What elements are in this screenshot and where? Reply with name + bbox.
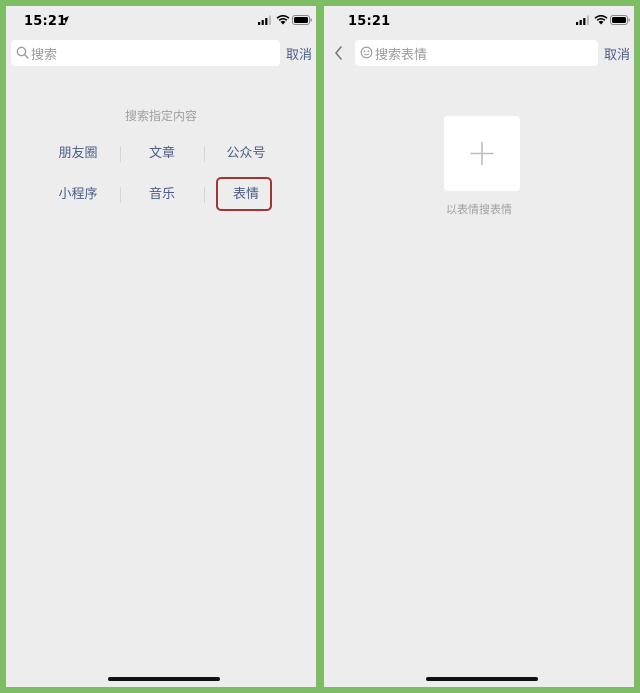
search-placeholder: 搜索表情	[375, 48, 428, 63]
search-row: 搜索 取消	[6, 40, 316, 66]
status-bar: 15:21	[6, 6, 316, 38]
signal-icon	[258, 15, 271, 25]
search-placeholder: 搜索	[31, 48, 58, 63]
highlight-box	[216, 177, 272, 211]
left-screen: 15:21 搜索 取消 搜索指定内容 朋友圈 文章 公众号 小程序 音乐 表情	[6, 6, 316, 687]
search-input[interactable]: 搜索	[11, 40, 280, 66]
battery-icon	[292, 15, 312, 25]
cancel-button[interactable]: 取消	[604, 44, 630, 63]
wifi-icon	[276, 15, 290, 25]
wifi-icon	[594, 15, 608, 25]
home-indicator	[426, 677, 538, 681]
status-time: 15:21	[348, 14, 391, 29]
hint-title: 搜索指定内容	[124, 109, 197, 123]
category-mini-programs[interactable]: 小程序	[36, 179, 120, 211]
plus-icon	[470, 142, 494, 165]
category-music[interactable]: 音乐	[120, 179, 204, 211]
add-sticker-button[interactable]	[444, 116, 520, 191]
divider	[120, 146, 121, 162]
divider	[204, 146, 205, 162]
search-icon	[16, 46, 29, 59]
add-sticker-caption: 以表情搜表情	[446, 203, 512, 216]
cancel-button[interactable]: 取消	[286, 44, 312, 63]
search-row: 搜索表情 取消	[324, 40, 634, 66]
smiley-face-icon	[360, 46, 373, 59]
category-moments[interactable]: 朋友圈	[36, 138, 120, 170]
status-bar: 15:21	[324, 6, 634, 38]
location-arrow-icon	[61, 16, 69, 24]
battery-icon	[610, 15, 630, 25]
right-screen: 15:21 搜索表情 取消 以表情搜表情	[324, 6, 634, 687]
sticker-search-input[interactable]: 搜索表情	[355, 40, 598, 66]
signal-icon	[576, 15, 589, 25]
category-official-accounts[interactable]: 公众号	[204, 138, 288, 170]
divider	[120, 187, 121, 203]
divider	[204, 187, 205, 203]
back-chevron-icon[interactable]	[333, 45, 345, 61]
category-articles[interactable]: 文章	[120, 138, 204, 170]
home-indicator	[108, 677, 220, 681]
